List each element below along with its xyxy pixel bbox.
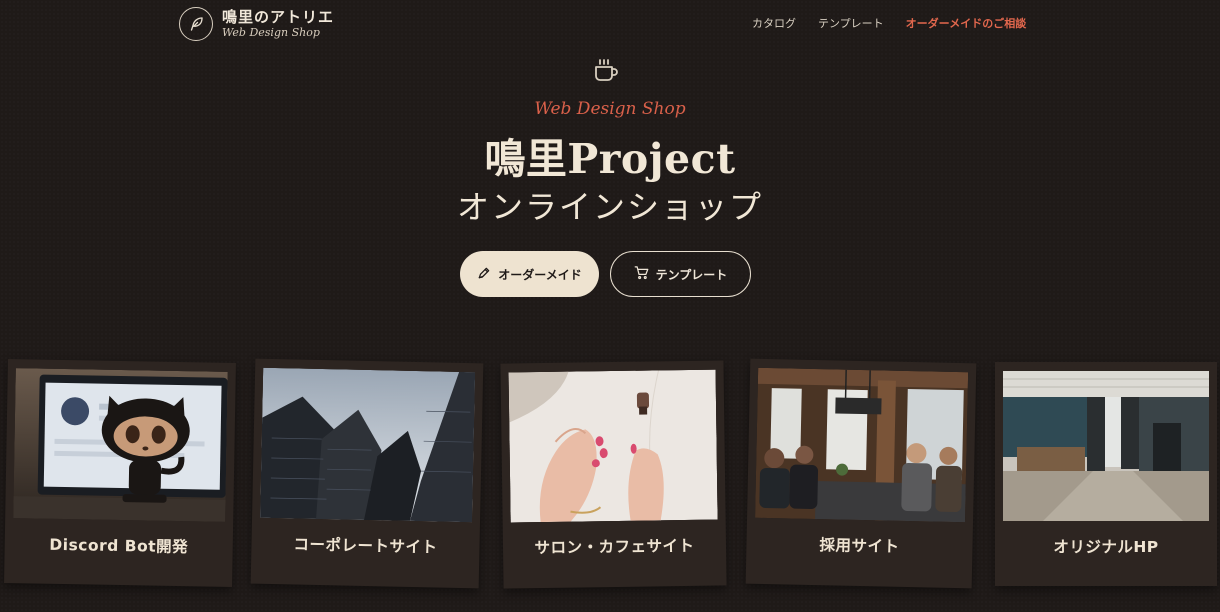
category-card-discord-bot[interactable]: Discord Bot開発 <box>4 359 236 587</box>
hero-title: 鳴里Project <box>484 135 736 183</box>
site-logo[interactable]: 鳴里のアトリエ Web Design Shop <box>179 7 334 41</box>
main-nav: カタログ テンプレート オーダーメイドのご相談 <box>752 15 1026 31</box>
card-photo-office-interior <box>1003 371 1209 521</box>
templates-button[interactable]: テンプレート <box>610 251 751 297</box>
coffee-cup-icon <box>592 57 620 89</box>
nav-custom-order[interactable]: オーダーメイドのご相談 <box>906 15 1027 31</box>
card-label: オリジナルHP <box>1053 538 1159 556</box>
cart-icon <box>634 265 649 283</box>
card-photo-github-mascot <box>13 368 228 522</box>
card-label: 採用サイト <box>819 536 900 556</box>
templates-button-label: テンプレート <box>655 267 728 282</box>
category-card-salon-cafe[interactable]: サロン・カフェサイト <box>500 360 727 589</box>
card-label: Discord Bot開発 <box>49 535 189 557</box>
card-photo-nail-polish <box>508 369 718 523</box>
logo-title: 鳴里のアトリエ <box>222 8 335 26</box>
card-photo-skyscrapers <box>260 367 476 523</box>
category-card-recruitment[interactable]: 採用サイト <box>745 358 977 589</box>
card-label: コーポレートサイト <box>293 535 438 557</box>
hero-subtitle: オンラインショップ <box>456 188 763 226</box>
category-card-corporate[interactable]: コーポレートサイト <box>250 358 484 589</box>
nav-catalog[interactable]: カタログ <box>752 15 796 31</box>
card-label: サロン・カフェサイト <box>534 536 695 558</box>
pen-icon <box>477 266 491 283</box>
custom-order-button-label: オーダーメイド <box>498 267 582 282</box>
custom-order-button[interactable]: オーダーメイド <box>460 251 599 297</box>
feather-icon <box>179 7 213 41</box>
nav-templates[interactable]: テンプレート <box>818 15 884 31</box>
logo-subtitle: Web Design Shop <box>222 26 320 39</box>
category-card-original-hp[interactable]: オリジナルHP <box>995 362 1217 586</box>
card-photo-meeting <box>755 367 969 523</box>
hero-script-text: Web Design Shop <box>534 99 686 119</box>
